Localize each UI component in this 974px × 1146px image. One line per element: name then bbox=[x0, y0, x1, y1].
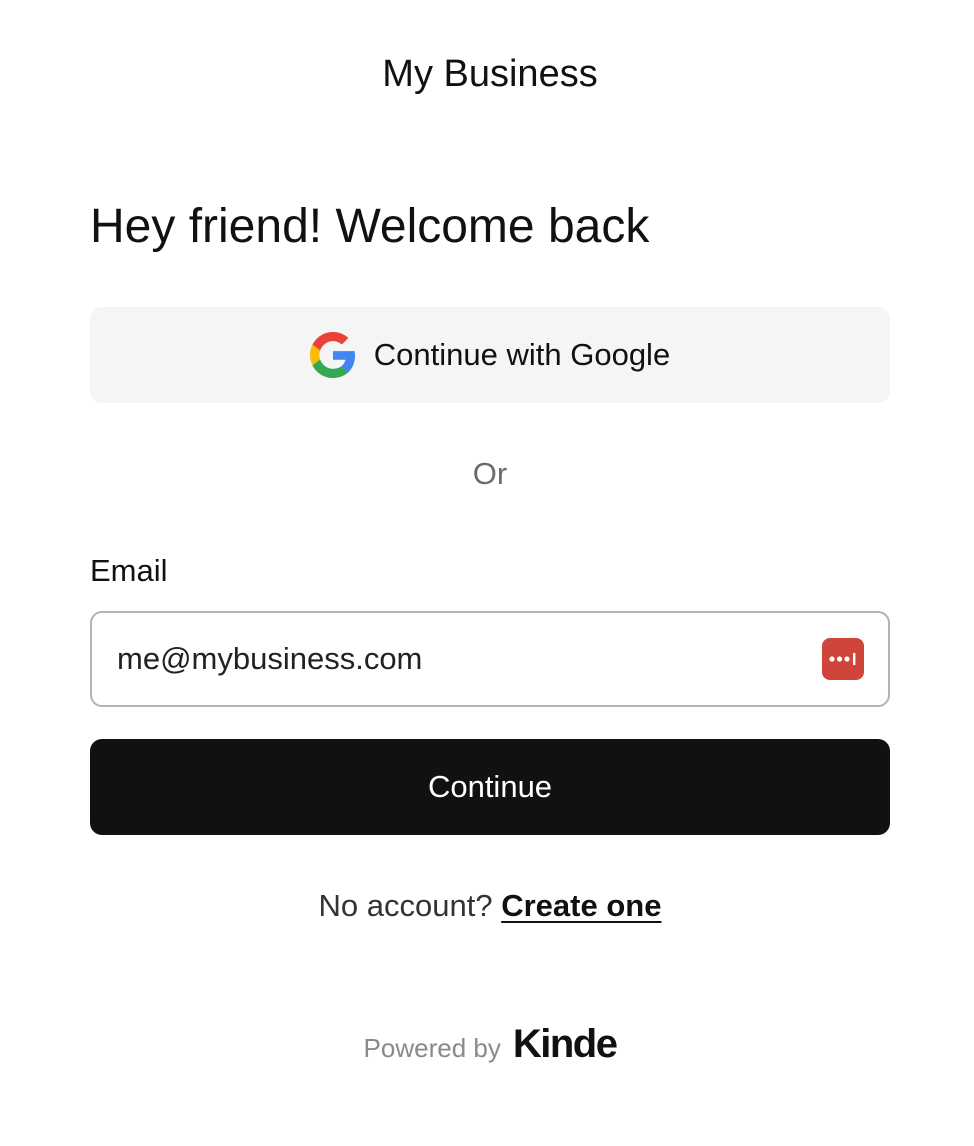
google-icon bbox=[309, 332, 356, 378]
email-field[interactable] bbox=[90, 611, 890, 707]
login-page: My Business Hey friend! Welcome back Con… bbox=[0, 0, 974, 1146]
email-input[interactable] bbox=[117, 629, 822, 689]
or-divider: Or bbox=[472, 456, 508, 491]
page-heading: Hey friend! Welcome back bbox=[90, 200, 650, 253]
create-account-link[interactable]: Create one bbox=[501, 888, 661, 923]
signup-prompt-text: No account? bbox=[318, 888, 493, 923]
powered-by-footer: Powered by Kinde bbox=[0, 1022, 974, 1067]
powered-by-text: Powered by bbox=[363, 1033, 501, 1063]
password-manager-icon[interactable] bbox=[822, 638, 864, 680]
email-label: Email bbox=[90, 553, 168, 588]
kinde-logo[interactable]: Kinde bbox=[513, 1022, 618, 1067]
signup-prompt-row: No account? Create one bbox=[0, 886, 974, 926]
continue-with-google-button[interactable]: Continue with Google bbox=[90, 307, 890, 403]
continue-button[interactable]: Continue bbox=[90, 739, 890, 835]
brand-title: My Business bbox=[382, 53, 598, 95]
google-button-label: Continue with Google bbox=[373, 337, 671, 372]
